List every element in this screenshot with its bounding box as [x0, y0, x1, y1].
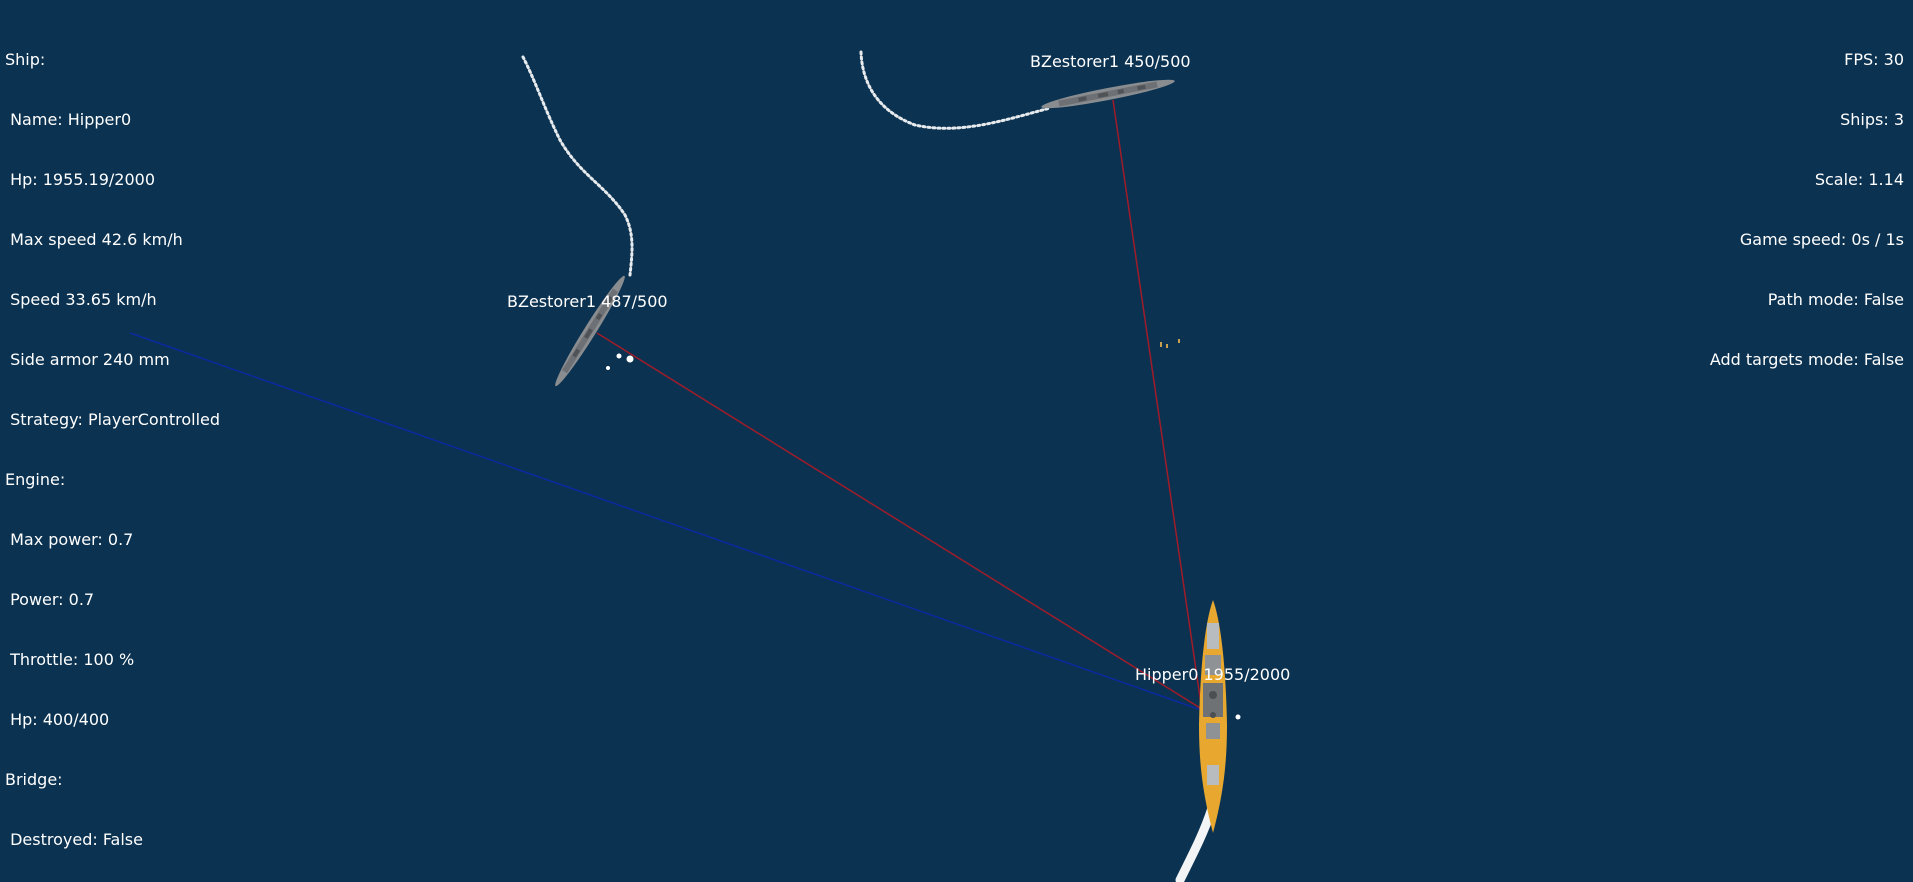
engine-header: Engine:: [5, 470, 66, 489]
ship-info-panel: Ship: Name: Hipper0 Hp: 1955.19/2000 Max…: [5, 10, 220, 882]
path-mode-status: Path mode: False: [1767, 290, 1904, 309]
ship-hp: Hp: 1955.19/2000: [5, 170, 156, 189]
ship-label-destroyer-top: BZestorer1 450/500: [1030, 52, 1191, 71]
engine-power: Power: 0.7: [5, 590, 95, 609]
ship-label-destroyer-left: BZestorer1 487/500: [507, 292, 668, 311]
ship-speed: Speed 33.65 km/h: [5, 290, 157, 309]
ship-max-speed: Max speed 42.6 km/h: [5, 230, 183, 249]
game-viewport[interactable]: BZestorer1 450/500 BZestorer1 487/500 Hi…: [0, 0, 1913, 882]
ship-name: Name: Hipper0: [5, 110, 132, 129]
ship-label-hipper: Hipper0 1955/2000: [1135, 665, 1291, 684]
ship-info-header: Ship:: [5, 50, 46, 69]
scale-readout: Scale: 1.14: [1814, 170, 1904, 189]
sea-map[interactable]: [0, 0, 1913, 882]
engine-throttle: Throttle: 100 %: [5, 650, 135, 669]
ship-strategy: Strategy: PlayerControlled: [5, 410, 221, 429]
add-targets-mode-status: Add targets mode: False: [1709, 350, 1904, 369]
game-speed-readout: Game speed: 0s / 1s: [1739, 230, 1904, 249]
game-status-panel: FPS: 30 Ships: 3 Scale: 1.14 Game speed:…: [1710, 10, 1904, 410]
fps-readout: FPS: 30: [1844, 50, 1904, 69]
ships-count: Ships: 3: [1840, 110, 1904, 129]
engine-max-power: Max power: 0.7: [5, 530, 134, 549]
sea-background: [0, 0, 1913, 882]
ship-side-armor: Side armor 240 mm: [5, 350, 170, 369]
engine-hp: Hp: 400/400: [5, 710, 110, 729]
bridge-header: Bridge:: [5, 770, 63, 789]
bridge-destroyed: Destroyed: False: [5, 830, 143, 849]
